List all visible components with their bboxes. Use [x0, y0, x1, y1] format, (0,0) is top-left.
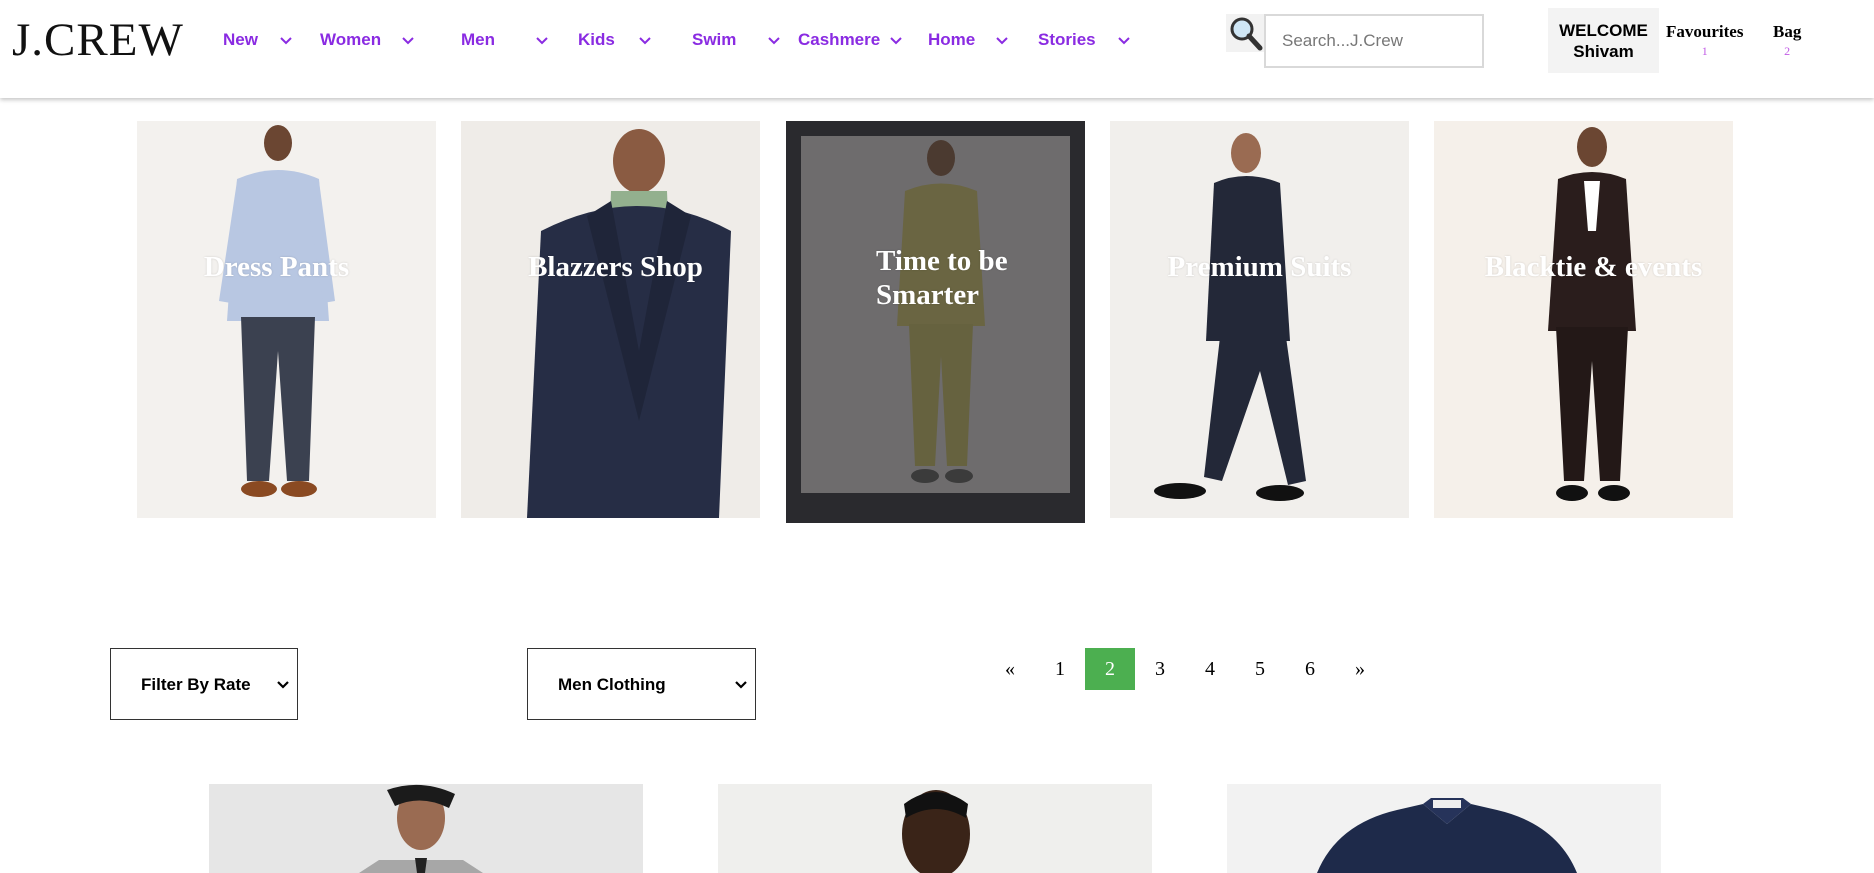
- product-card[interactable]: [1227, 784, 1661, 873]
- pagination-page-6[interactable]: 6: [1285, 648, 1335, 690]
- category-label: Blacktie & events: [1484, 251, 1703, 283]
- chevron-down-icon[interactable]: [278, 32, 294, 48]
- chevron-down-icon[interactable]: [534, 32, 550, 48]
- user-name: Shivam: [1573, 42, 1634, 61]
- chevron-down-icon[interactable]: [1116, 32, 1132, 48]
- nav-item-stories[interactable]: Stories: [1038, 30, 1096, 50]
- product-image: [359, 784, 483, 873]
- product-image: [902, 790, 970, 873]
- product-image: [1317, 798, 1577, 873]
- pagination-page-4[interactable]: 4: [1185, 648, 1235, 690]
- site-header: J.CREW New Women Men Kids Swim Cashmere …: [0, 0, 1874, 98]
- product-card[interactable]: [718, 784, 1152, 873]
- pagination-page-1[interactable]: 1: [1035, 648, 1085, 690]
- category-label: Premium Suits: [1167, 251, 1352, 283]
- nav-item-men[interactable]: Men: [461, 30, 495, 50]
- magnifying-glass-icon[interactable]: [1226, 14, 1264, 52]
- favourites-count: 1: [1701, 44, 1708, 58]
- favourites-link[interactable]: Favourites 1: [1666, 22, 1743, 58]
- brand-logo[interactable]: J.CREW: [12, 14, 184, 66]
- pagination-page-3[interactable]: 3: [1135, 648, 1185, 690]
- model-image: [219, 125, 335, 497]
- chevron-down-icon: [733, 677, 749, 698]
- chevron-down-icon[interactable]: [888, 32, 904, 48]
- filter-by-rate-select[interactable]: Filter By Rate: [110, 648, 298, 720]
- category-label: Dress Pants: [203, 251, 350, 283]
- pagination-page-2[interactable]: 2: [1085, 648, 1135, 690]
- featured-overlay: Time to be Smarter: [801, 136, 1070, 493]
- nav-item-swim[interactable]: Swim: [692, 30, 736, 50]
- model-image: [527, 129, 731, 518]
- category-tile-dress-pants[interactable]: Dress Pants: [137, 121, 436, 518]
- model-image: [1548, 127, 1636, 501]
- chevron-down-icon[interactable]: [637, 32, 653, 48]
- category-tile-time-to-be-smarter[interactable]: Time to be Smarter: [786, 121, 1085, 523]
- nav-item-home[interactable]: Home: [928, 30, 975, 50]
- welcome-badge: WELCOME Shivam: [1548, 8, 1659, 73]
- bag-count: 2: [1784, 44, 1791, 58]
- pagination-page-5[interactable]: 5: [1235, 648, 1285, 690]
- welcome-text: WELCOME: [1559, 21, 1648, 40]
- product-card[interactable]: [209, 784, 643, 873]
- nav-item-women[interactable]: Women: [320, 30, 381, 50]
- category-tile-premium-suits[interactable]: Premium Suits: [1110, 121, 1409, 518]
- nav-item-kids[interactable]: Kids: [578, 30, 615, 50]
- chevron-down-icon[interactable]: [766, 32, 782, 48]
- category-tile-blacktie-events[interactable]: Blacktie & events: [1434, 121, 1733, 518]
- nav-item-new[interactable]: New: [223, 30, 258, 50]
- model-image: [1154, 133, 1306, 501]
- bag-label: Bag: [1773, 22, 1802, 41]
- search-input[interactable]: [1264, 14, 1484, 68]
- model-image: [897, 140, 985, 483]
- category-label: Blazzers Shop: [528, 251, 703, 283]
- pagination-prev[interactable]: «: [985, 648, 1035, 690]
- bag-link[interactable]: Bag 2: [1773, 22, 1801, 58]
- category-label: Time to be Smarter: [876, 245, 1008, 311]
- favourites-label: Favourites: [1666, 22, 1744, 41]
- pagination-next[interactable]: »: [1335, 648, 1385, 690]
- chevron-down-icon[interactable]: [400, 32, 416, 48]
- select-label: Men Clothing: [558, 675, 666, 694]
- chevron-down-icon: [275, 677, 291, 698]
- chevron-down-icon[interactable]: [994, 32, 1010, 48]
- nav-item-cashmere[interactable]: Cashmere: [798, 30, 880, 50]
- select-label: Filter By Rate: [141, 675, 251, 694]
- category-tile-blazzers-shop[interactable]: Blazzers Shop: [461, 121, 760, 518]
- category-select[interactable]: Men Clothing: [527, 648, 756, 720]
